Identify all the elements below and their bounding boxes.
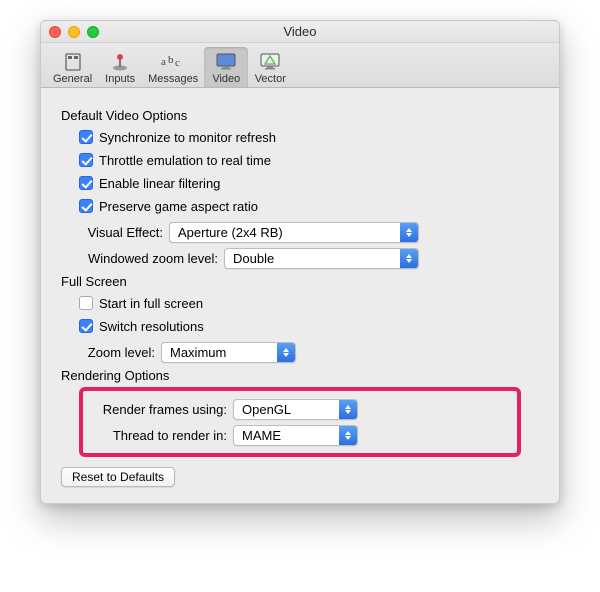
- select-value: MAME: [234, 428, 339, 443]
- chevron-updown-icon: [339, 400, 357, 419]
- toolbar-label: Video: [212, 73, 240, 85]
- select-value: Maximum: [162, 345, 277, 360]
- general-icon: [59, 51, 87, 73]
- row-throttle: Throttle emulation to real time: [79, 150, 539, 170]
- messages-icon: abc: [159, 51, 187, 73]
- rendering-highlight: Render frames using: OpenGL Thread to re…: [79, 387, 521, 457]
- toolbar-label: General: [53, 73, 92, 85]
- content-area: Default Video Options Synchronize to mon…: [41, 88, 559, 503]
- checkbox-linear[interactable]: [79, 176, 93, 190]
- checkbox-fs-start[interactable]: [79, 296, 93, 310]
- toolbar: General Inputs abc Messages Video Vector: [41, 43, 559, 88]
- svg-text:b: b: [168, 54, 174, 66]
- toolbar-label: Inputs: [105, 73, 135, 85]
- select-render-thread[interactable]: MAME: [233, 425, 358, 446]
- toolbar-item-general[interactable]: General: [47, 47, 98, 87]
- maximize-button[interactable]: [87, 26, 99, 38]
- select-visual-effect[interactable]: Aperture (2x4 RB): [169, 222, 419, 243]
- row-fs-switch: Switch resolutions: [79, 316, 539, 336]
- section-fullscreen: Full Screen: [61, 274, 539, 289]
- joystick-icon: [106, 51, 134, 73]
- reset-button-label: Reset to Defaults: [72, 470, 164, 484]
- label-linear: Enable linear filtering: [99, 176, 220, 191]
- label-aspect: Preserve game aspect ratio: [99, 199, 258, 214]
- row-render-frames: Render frames using: OpenGL: [93, 399, 507, 419]
- svg-text:c: c: [175, 57, 180, 69]
- toolbar-item-messages[interactable]: abc Messages: [142, 47, 204, 87]
- label-render-frames: Render frames using:: [93, 402, 233, 417]
- select-render-frames[interactable]: OpenGL: [233, 399, 358, 420]
- toolbar-item-video[interactable]: Video: [204, 47, 248, 87]
- chevron-updown-icon: [339, 426, 357, 445]
- row-sync: Synchronize to monitor refresh: [79, 127, 539, 147]
- window-controls: [49, 26, 99, 38]
- checkbox-throttle[interactable]: [79, 153, 93, 167]
- select-value: OpenGL: [234, 402, 339, 417]
- window-title: Video: [283, 24, 316, 39]
- toolbar-item-inputs[interactable]: Inputs: [98, 47, 142, 87]
- vector-icon: [256, 51, 284, 73]
- toolbar-label: Messages: [148, 73, 198, 85]
- label-throttle: Throttle emulation to real time: [99, 153, 271, 168]
- label-windowed-zoom: Windowed zoom level:: [79, 251, 224, 266]
- titlebar: Video: [41, 21, 559, 43]
- row-linear: Enable linear filtering: [79, 173, 539, 193]
- row-fs-start: Start in full screen: [79, 293, 539, 313]
- section-default-video: Default Video Options: [61, 108, 539, 123]
- select-fs-zoom[interactable]: Maximum: [161, 342, 296, 363]
- toolbar-label: Vector: [255, 73, 286, 85]
- label-fs-switch: Switch resolutions: [99, 319, 204, 334]
- row-visual-effect: Visual Effect: Aperture (2x4 RB): [79, 222, 539, 242]
- label-visual-effect: Visual Effect:: [79, 225, 169, 240]
- toolbar-item-vector[interactable]: Vector: [248, 47, 292, 87]
- chevron-updown-icon: [400, 223, 418, 242]
- monitor-icon: [212, 51, 240, 73]
- row-aspect: Preserve game aspect ratio: [79, 196, 539, 216]
- close-button[interactable]: [49, 26, 61, 38]
- label-fs-zoom: Zoom level:: [79, 345, 161, 360]
- row-render-thread: Thread to render in: MAME: [93, 425, 507, 445]
- select-windowed-zoom[interactable]: Double: [224, 248, 419, 269]
- label-sync: Synchronize to monitor refresh: [99, 130, 276, 145]
- preferences-window: Video General Inputs abc Messages Video: [40, 20, 560, 504]
- minimize-button[interactable]: [68, 26, 80, 38]
- checkbox-sync[interactable]: [79, 130, 93, 144]
- reset-button[interactable]: Reset to Defaults: [61, 467, 175, 487]
- label-fs-start: Start in full screen: [99, 296, 203, 311]
- row-fs-zoom: Zoom level: Maximum: [79, 342, 539, 362]
- chevron-updown-icon: [400, 249, 418, 268]
- checkbox-fs-switch[interactable]: [79, 319, 93, 333]
- checkbox-aspect[interactable]: [79, 199, 93, 213]
- svg-text:a: a: [161, 56, 166, 68]
- section-rendering: Rendering Options: [61, 368, 539, 383]
- row-windowed-zoom: Windowed zoom level: Double: [79, 248, 539, 268]
- label-render-thread: Thread to render in:: [93, 428, 233, 443]
- select-value: Aperture (2x4 RB): [170, 225, 400, 240]
- chevron-updown-icon: [277, 343, 295, 362]
- select-value: Double: [225, 251, 400, 266]
